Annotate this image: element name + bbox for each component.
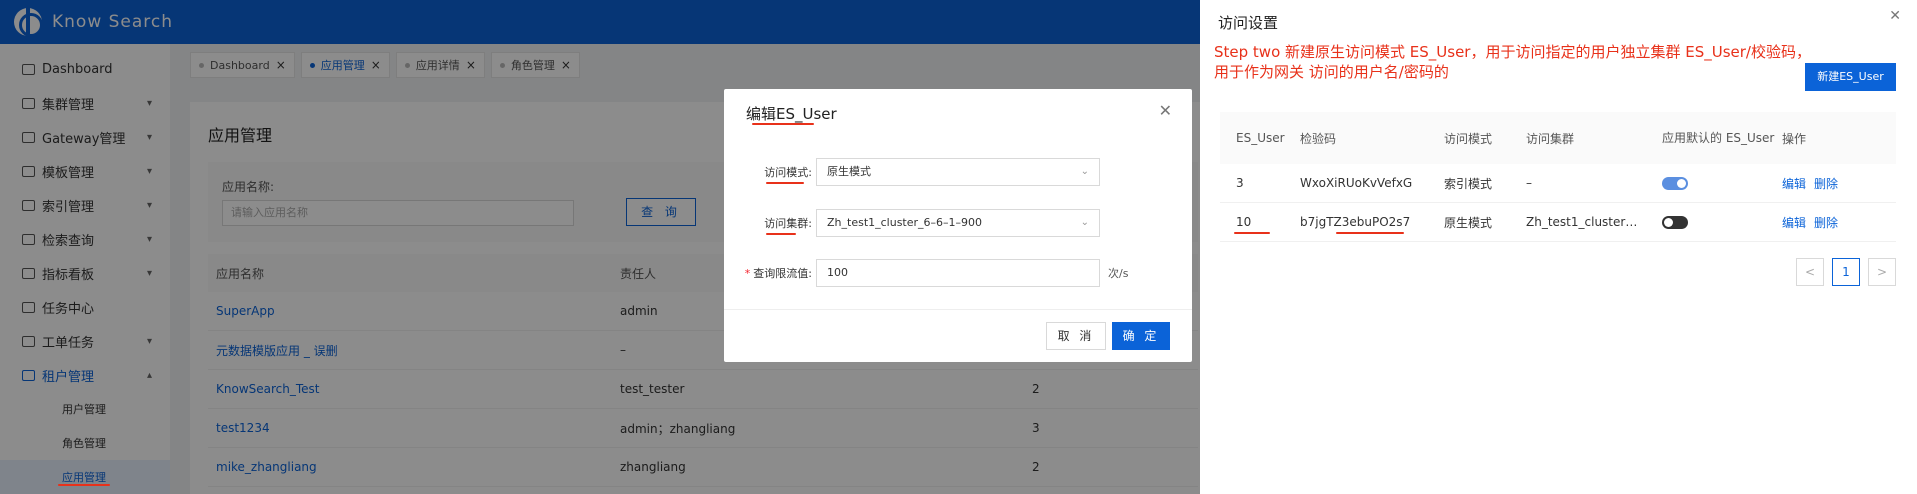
cancel-button[interactable]: 取 消 <box>1046 322 1106 350</box>
access-settings-drawer: 访问设置 ✕ Step two 新建原生访问模式 ES_User，用于访问指定的… <box>1200 0 1917 494</box>
confirm-button[interactable]: 确 定 <box>1112 322 1170 350</box>
annotation-text: Step two 新建原生访问模式 ES_User，用于访问指定的用户独立集群 … <box>1214 43 1811 81</box>
access-mode-row: 访问模式: 原生模式 ⌄ <box>724 158 1192 186</box>
rate-limit-row: * 查询限流值: 100 次/s <box>724 259 1192 287</box>
table-row: 3 WxoXiRUoKvVefxG 索引模式 – 编辑 删除 <box>1220 164 1896 203</box>
es-user-table: ES_User 检验码 访问模式 访问集群 应用默认的 ES_User 操作 3… <box>1220 112 1896 242</box>
next-page-button[interactable]: > <box>1868 258 1896 286</box>
modal-footer: 取 消 确 定 <box>724 309 1192 362</box>
new-es-user-button[interactable]: 新建ES_User <box>1805 63 1896 91</box>
prev-page-button[interactable]: < <box>1796 258 1824 286</box>
rate-limit-label: * 查询限流值: <box>744 267 812 280</box>
access-mode-select[interactable]: 原生模式 ⌄ <box>816 158 1100 186</box>
edit-link[interactable]: 编辑 <box>1782 216 1806 230</box>
edit-es-user-modal: 编辑ES_User ✕ 访问模式: 原生模式 ⌄ 访问集群: Zh_test1_c… <box>724 89 1192 362</box>
delete-link[interactable]: 删除 <box>1814 216 1838 230</box>
annotation-underline <box>1234 232 1270 234</box>
annotation-underline <box>766 182 804 184</box>
annotation-underline <box>766 233 796 235</box>
access-cluster-label: 访问集群: <box>764 217 812 230</box>
default-es-user-toggle[interactable] <box>1662 215 1688 229</box>
chevron-down-icon: ⌄ <box>1080 217 1089 228</box>
drawer-title: 访问设置 <box>1218 14 1279 32</box>
chevron-down-icon: ⌄ <box>1080 166 1089 177</box>
rate-limit-unit: 次/s <box>1108 267 1129 280</box>
default-es-user-toggle[interactable] <box>1662 176 1688 190</box>
page-button[interactable]: 1 <box>1832 258 1860 286</box>
required-icon: * <box>744 267 751 280</box>
modal-title: 编辑ES_User <box>746 105 837 123</box>
access-cluster-select[interactable]: Zh_test1_cluster_6–6–1–900 ⌄ <box>816 209 1100 237</box>
close-icon[interactable]: ✕ <box>1159 101 1172 120</box>
annotation-underline <box>1336 232 1404 234</box>
rate-limit-input[interactable]: 100 <box>816 259 1100 287</box>
table-header: ES_User 检验码 访问模式 访问集群 应用默认的 ES_User 操作 <box>1220 112 1896 164</box>
access-cluster-row: 访问集群: Zh_test1_cluster_6–6–1–900 ⌄ <box>724 209 1192 237</box>
access-mode-label: 访问模式: <box>764 166 812 179</box>
annotation-underline <box>58 484 110 486</box>
annotation-underline <box>752 123 814 125</box>
edit-link[interactable]: 编辑 <box>1782 177 1806 191</box>
table-row: 10 b7jgTZ3ebuPO2s7 原生模式 Zh_test1_cluster… <box>1220 203 1896 242</box>
delete-link[interactable]: 删除 <box>1814 177 1838 191</box>
close-icon[interactable]: ✕ <box>1889 8 1901 24</box>
